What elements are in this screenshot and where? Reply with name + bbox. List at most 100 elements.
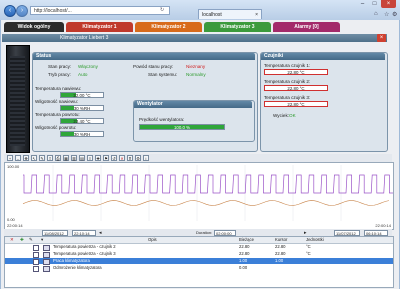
cursor-icon[interactable]: ↖	[31, 155, 37, 161]
tryb-pracy-label: Tryb pracy:	[48, 72, 71, 77]
close-panel-button[interactable]: ×	[377, 34, 386, 42]
star-icon[interactable]: ☆	[384, 11, 389, 18]
cell-biezace: 0.00	[239, 265, 248, 270]
cell-opis: Temperatura powietrza - czujnik 2	[53, 244, 116, 249]
flag-icon[interactable]: ⚑	[103, 155, 109, 161]
forward-button[interactable]: ›	[16, 5, 28, 17]
grid-icon[interactable]: ▦	[63, 155, 69, 161]
table-icon[interactable]: ▤	[79, 155, 85, 161]
print-icon[interactable]: ⎙	[55, 155, 61, 161]
czujnik-3-value: 22.80 °C	[287, 102, 305, 107]
tab-klimatyzator-3[interactable]: Klimatyzator 3	[204, 22, 271, 32]
tab-label: Klimatyzator 2	[151, 24, 186, 30]
temp-nawiewu-bar: 22.00 °C	[60, 92, 104, 98]
maximize-button[interactable]: □	[369, 0, 380, 8]
browser-toolbar: ‹ › http://localhost/... ↻ localhost × –…	[0, 0, 400, 20]
window-close-button[interactable]: ×	[381, 0, 396, 8]
chart-toolbar: + – ✥ ↖ ✎ ⇪ ⎙ ▦ ▥ ▤ ≡ ✚ ⚑ ↺ ✕ ⊽ ⚙ i	[4, 154, 392, 162]
page-title: Klimatyzator Liebert 3	[60, 35, 109, 41]
cell-opis: Praca klimatyzatora	[53, 258, 90, 263]
filter-icon[interactable]: ⊽	[127, 155, 133, 161]
zoom-out-icon[interactable]: –	[15, 155, 21, 161]
czujnik-3-label: Temperatura czujnik 3:	[264, 95, 311, 100]
settings-icon[interactable]: ⚙	[135, 155, 141, 161]
tab-klimatyzator-2[interactable]: Klimatyzator 2	[135, 22, 202, 32]
predkosc-label: Prędkość wentylatora:	[139, 117, 185, 122]
series-line-orange	[22, 200, 390, 206]
gear-icon[interactable]: ⚙	[392, 11, 397, 18]
wilg-powrotu-label: Wilgotność powrotu:	[35, 125, 77, 130]
cell-jednostki: °C	[306, 251, 311, 256]
panel-title: Status	[36, 53, 52, 59]
table-row[interactable]: Odmrożenie klimatyzatora 0.00	[5, 265, 393, 272]
tab-label: Alarmy [0]	[294, 24, 319, 30]
tab-klimatyzator-1[interactable]: Klimatyzator 1	[66, 22, 133, 32]
time-controls: 11/08/2012 22:10:14 ◂ Duration: 02:00:00…	[4, 229, 392, 236]
close-tab-icon[interactable]: ×	[255, 10, 258, 20]
minimize-button[interactable]: –	[357, 0, 368, 8]
tab-alarmy[interactable]: Alarmy [0]	[273, 22, 340, 32]
cell-biezace: 1.00	[239, 258, 248, 263]
czujnik-2-value: 22.80 °C	[287, 86, 305, 91]
table-row[interactable]: Temperatura powietrza - czujnik 2 22.80 22…	[5, 244, 393, 251]
col-kursor: Kursor	[275, 237, 288, 242]
edit-icon[interactable]: ✎	[29, 237, 33, 243]
refresh-icon[interactable]: ↻	[160, 7, 164, 13]
add-icon[interactable]: ✚	[95, 155, 101, 161]
status-panel-header: Status	[33, 53, 255, 60]
stan-pracy-label: Stan pracy:	[48, 64, 72, 69]
back-button[interactable]: ‹	[4, 5, 16, 17]
x-right-label: 22:00:14	[375, 223, 391, 228]
x-left-label: 22:00:14	[7, 223, 23, 228]
predkosc-bar: 100.0 %	[139, 124, 225, 130]
tab-label: localhost	[202, 12, 222, 18]
tab-label: Klimatyzator 1	[82, 24, 117, 30]
chart-grid	[52, 165, 342, 221]
address-bar[interactable]: http://localhost/...	[30, 6, 170, 15]
wilg-nawiewu-label: Wilgotność nawiewu:	[35, 99, 78, 104]
temp-powrotu-bar: 23.40 °C	[60, 118, 104, 124]
home-icon[interactable]: ⌂	[374, 11, 378, 17]
powod-value: Nieznany	[186, 64, 206, 69]
temp-nawiewu-value: 22.00 °C	[73, 93, 91, 98]
temp-powrotu-value: 23.40 °C	[73, 119, 91, 124]
temp-nawiewu-label: Temperatura nawiewu:	[35, 86, 82, 91]
address-text: http://localhost/...	[34, 8, 72, 14]
add-series-icon[interactable]: ✚	[20, 237, 24, 243]
zoom-in-icon[interactable]: +	[7, 155, 13, 161]
pen-icon[interactable]: ✎	[39, 155, 45, 161]
czujnik-2-label: Temperatura czujnik 2:	[264, 79, 311, 84]
info-icon[interactable]: i	[143, 155, 149, 161]
stan-systemu-value: Normalny	[186, 72, 206, 77]
series-line-purple	[23, 174, 398, 194]
pan-icon[interactable]: ✥	[23, 155, 29, 161]
cell-kursor: 22.80	[275, 251, 286, 256]
czujnik-2-box: 22.80 °C	[264, 85, 328, 91]
remove-icon[interactable]: ✕	[10, 237, 14, 243]
col-jednostki: Jednostki	[306, 237, 324, 242]
stan-systemu-label: Stan systemu:	[148, 72, 178, 77]
browser-tab[interactable]: localhost ×	[198, 9, 262, 19]
wyciek-value: OK	[289, 113, 296, 118]
list-icon[interactable]: ≡	[87, 155, 93, 161]
y-bottom-label: 0.00	[7, 217, 15, 222]
table-header: ✕ ✚ ✎ ▾ Opis Bieżące Kursor Jednostki	[5, 237, 393, 244]
trend-chart[interactable]: 100.00 0.00 22:00:14 22:00:14	[4, 162, 398, 230]
wyciek-label: Wyciek:	[273, 113, 290, 118]
delete-icon[interactable]: ✕	[119, 155, 125, 161]
refresh-chart-icon[interactable]: ↺	[111, 155, 117, 161]
table-row[interactable]: Temperatura powietrza - czujnik 3 22.80 22…	[5, 251, 393, 258]
czujnik-1-value: 22.80 °C	[287, 70, 305, 75]
chart-icon[interactable]: ▥	[71, 155, 77, 161]
tryb-pracy-value: Auto	[78, 72, 88, 77]
wentylator-panel-header: Wentylator	[134, 101, 252, 108]
czujniki-panel-header: Czujniki	[261, 53, 385, 60]
col-opis: Opis	[148, 237, 157, 242]
export-icon[interactable]: ⇪	[47, 155, 53, 161]
table-row[interactable]: Praca klimatyzatora 1.00 1.00	[5, 258, 393, 265]
row-checkbox[interactable]	[33, 266, 39, 272]
dropdown-icon[interactable]: ▾	[41, 237, 43, 243]
predkosc-value: 100.0 %	[173, 125, 191, 130]
row-color-swatch[interactable]	[43, 266, 50, 272]
tab-widok-ogolny[interactable]: Widok ogólny	[4, 22, 64, 32]
